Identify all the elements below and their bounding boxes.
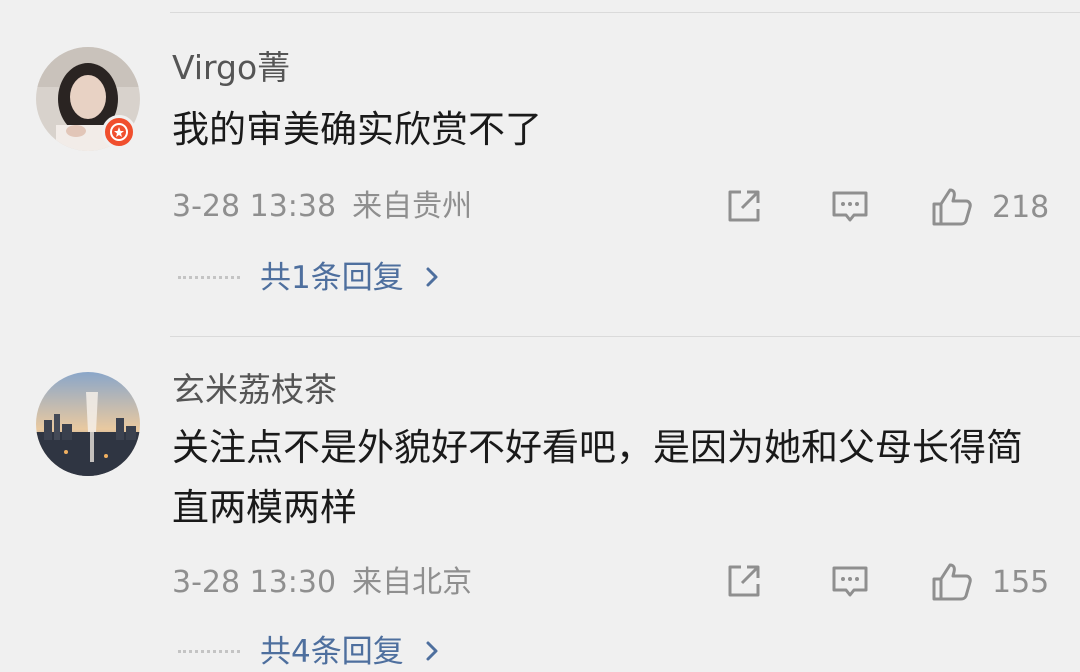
like-count: 218 <box>992 190 1050 225</box>
comment-item: 玄米荔枝茶 关注点不是外貌好不好看吧，是因为她和父母长得简直两模两样 3-28 … <box>0 340 1080 670</box>
comment-text: 我的审美确实欣赏不了 <box>172 108 542 151</box>
replies-label: 共4条回复 <box>260 634 404 670</box>
comment-divider <box>170 336 1080 337</box>
share-icon[interactable] <box>724 561 764 605</box>
replies-label: 共1条回复 <box>260 260 404 296</box>
thumbs-up-icon[interactable] <box>930 561 974 607</box>
username[interactable]: 玄米荔枝茶 <box>172 370 337 410</box>
timestamp: 3-28 13:30 <box>172 565 337 600</box>
thumbs-up-icon[interactable] <box>930 186 974 232</box>
username[interactable]: Virgo菁 <box>172 48 290 88</box>
like-count: 155 <box>992 565 1050 600</box>
view-replies-link[interactable]: 共1条回复 <box>178 258 440 298</box>
comment-icon[interactable] <box>830 186 870 230</box>
verified-badge-icon <box>102 115 136 149</box>
comment-meta: 3-28 13:38 来自贵州 <box>172 187 472 227</box>
share-icon[interactable] <box>724 186 764 230</box>
dotted-line <box>178 649 240 655</box>
dotted-line <box>178 275 240 281</box>
comment-item: Virgo菁 我的审美确实欣赏不了 3-28 13:38 来自贵州 218 共1… <box>0 0 1080 330</box>
comment-actions: 218 <box>720 183 1060 233</box>
comment-icon[interactable] <box>830 561 870 605</box>
location: 来自北京 <box>352 565 473 600</box>
comment-meta: 3-28 13:30 来自北京 <box>172 563 472 603</box>
chevron-right-icon <box>424 265 440 293</box>
comment-actions: 155 <box>720 558 1060 608</box>
avatar[interactable] <box>36 372 140 476</box>
location: 来自贵州 <box>352 189 473 224</box>
view-replies-link[interactable]: 共4条回复 <box>178 632 440 672</box>
comment-text: 关注点不是外貌好不好看吧，是因为她和父母长得简直两模两样 <box>172 426 1023 529</box>
timestamp: 3-28 13:38 <box>172 189 337 224</box>
